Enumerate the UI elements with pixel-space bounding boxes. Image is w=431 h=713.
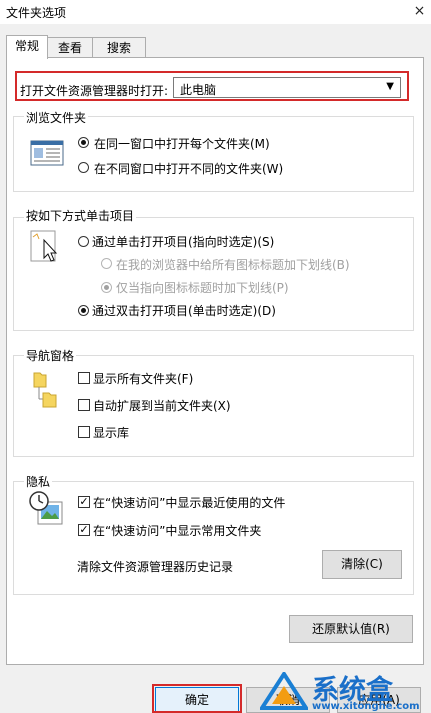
- restore-defaults-button[interactable]: 还原默认值(R): [289, 615, 413, 643]
- clear-history-button[interactable]: 清除(C): [322, 550, 402, 579]
- option-recent-files: 在“快速访问”中显示最近使用的文件: [93, 496, 286, 510]
- option-frequent-folders: 在“快速访问”中显示常用文件夹: [93, 524, 262, 538]
- chevron-down-icon: ▼: [386, 81, 394, 92]
- radio-underline-all[interactable]: [101, 258, 112, 269]
- watermark-logo-icon: [260, 672, 308, 710]
- checkbox-expand-current[interactable]: [78, 399, 90, 411]
- watermark-url: www.xitonghe.com: [312, 701, 420, 712]
- option-underline-all: 在我的浏览器中给所有图标标题加下划线(B): [116, 258, 350, 272]
- option-show-libraries: 显示库: [93, 426, 130, 440]
- clock-picture-icon: [28, 490, 64, 526]
- radio-double-click[interactable]: [78, 305, 89, 316]
- browse-folders-group: [13, 116, 414, 192]
- option-double-click: 通过双击打开项目(单击时选定)(D): [92, 304, 276, 318]
- tab-general[interactable]: 常规: [6, 35, 48, 59]
- radio-same-window[interactable]: [78, 137, 89, 148]
- option-single-click: 通过单击打开项目(指向时选定)(S): [92, 235, 275, 249]
- checkbox-recent-files[interactable]: ✓: [78, 496, 90, 508]
- option-show-all-folders: 显示所有文件夹(F): [93, 372, 194, 386]
- nav-pane-title: 导航窗格: [24, 347, 77, 364]
- window-layout-icon: [30, 140, 64, 166]
- watermark: 系统盒 www.xitonghe.com: [260, 666, 431, 713]
- privacy-title: 隐私: [24, 473, 53, 490]
- option-expand-current: 自动扩展到当前文件夹(X): [93, 399, 231, 413]
- click-items-title: 按如下方式单击项目: [24, 207, 137, 224]
- option-same-window: 在同一窗口中打开每个文件夹(M): [94, 137, 270, 151]
- window-title: 文件夹选项: [6, 6, 67, 20]
- radio-new-window[interactable]: [78, 162, 89, 173]
- tab-view[interactable]: 查看: [47, 37, 93, 58]
- tab-search[interactable]: 搜索: [92, 37, 146, 58]
- browse-folders-title: 浏览文件夹: [24, 109, 89, 126]
- radio-underline-hover[interactable]: [101, 282, 112, 293]
- close-icon: ×: [413, 3, 426, 19]
- checkbox-show-all-folders[interactable]: [78, 372, 90, 384]
- option-new-window: 在不同窗口中打开不同的文件夹(W): [94, 162, 284, 176]
- open-explorer-label: 打开文件资源管理器时打开:: [20, 84, 169, 98]
- close-button[interactable]: ×: [408, 0, 431, 22]
- highlight-box-ok: [152, 684, 242, 713]
- checkbox-show-libraries[interactable]: [78, 426, 90, 438]
- checkbox-frequent-folders[interactable]: ✓: [78, 524, 90, 536]
- radio-single-click[interactable]: [78, 236, 89, 247]
- pointer-icon: [30, 230, 62, 264]
- folder-tree-icon: [32, 369, 58, 409]
- option-underline-hover: 仅当指向图标标题时加下划线(P): [116, 281, 289, 295]
- open-explorer-select[interactable]: 此电脑 ▼: [173, 77, 401, 98]
- clear-history-label: 清除文件资源管理器历史记录: [77, 560, 234, 574]
- open-explorer-value: 此电脑: [180, 83, 217, 97]
